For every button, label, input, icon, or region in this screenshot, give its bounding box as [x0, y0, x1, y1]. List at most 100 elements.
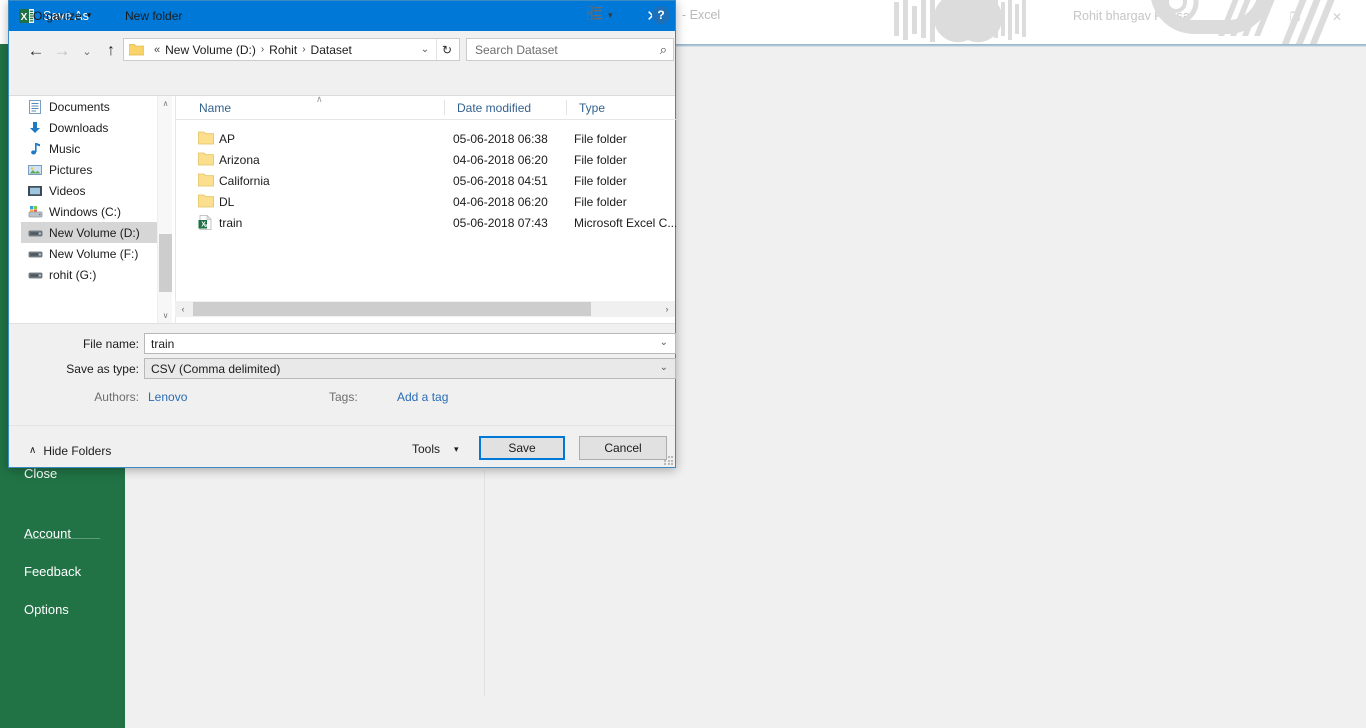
sidebar-item-label: Pictures: [49, 162, 93, 177]
organize-button[interactable]: Organize ▾: [29, 5, 95, 26]
file-type: Microsoft Excel C...: [574, 215, 676, 230]
csv-icon: X a: [197, 214, 214, 230]
sidebar-item-new-volume-f[interactable]: New Volume (F:): [21, 243, 157, 264]
table-row[interactable]: DL 04-06-2018 06:20 File folder: [176, 191, 676, 212]
chevron-down-icon: ▾: [86, 10, 92, 20]
horizontal-scrollbar-thumb[interactable]: [193, 302, 591, 316]
address-bar[interactable]: « New Volume (D:) › Rohit › Dataset ⌄ ↻: [123, 38, 460, 61]
tools-button[interactable]: Tools ▾: [407, 438, 464, 460]
scroll-up-icon[interactable]: ∧: [158, 96, 173, 111]
file-type: File folder: [574, 152, 627, 167]
breadcrumb-item-dataset[interactable]: Dataset: [311, 43, 352, 57]
table-row[interactable]: Arizona 04-06-2018 06:20 File folder: [176, 149, 676, 170]
sidebar-item-label: New Volume (F:): [49, 246, 139, 261]
view-options-button[interactable]: ▾: [586, 5, 613, 26]
up-icon[interactable]: ↑: [99, 38, 123, 64]
file-type: File folder: [574, 173, 627, 188]
column-header-type[interactable]: Type: [570, 96, 675, 119]
chevron-up-icon: ∧: [29, 445, 37, 456]
navigation-sidebar: Documents Downloads Music Pictures Video…: [21, 96, 157, 323]
table-row[interactable]: X a train 05-06-2018 07:43 Microsoft Exc…: [176, 212, 676, 233]
chevron-down-icon[interactable]: ⌄: [416, 39, 434, 60]
file-type: File folder: [574, 131, 627, 146]
folder-icon: [128, 43, 145, 56]
help-icon[interactable]: ?: [652, 6, 670, 24]
forward-icon[interactable]: →: [50, 38, 74, 64]
sidebar-item-label: Downloads: [49, 120, 109, 135]
drive-icon: [27, 267, 43, 283]
sidebar-item-downloads[interactable]: Downloads: [21, 117, 157, 138]
backstage-item-account[interactable]: Account: [24, 526, 71, 541]
breadcrumb-item-rohit[interactable]: Rohit: [269, 43, 297, 57]
svg-text:a: a: [205, 222, 208, 228]
drive-icon: [27, 225, 43, 241]
tags-label: Tags:: [329, 390, 358, 404]
windows-drive-icon: [27, 204, 43, 220]
sidebar-scrollbar-thumb[interactable]: [159, 234, 172, 292]
breadcrumb-item-drive[interactable]: New Volume (D:): [165, 43, 256, 57]
sidebar-item-documents[interactable]: Documents: [21, 96, 157, 117]
sidebar-item-label: Windows (C:): [49, 204, 122, 219]
sidebar-item-label: Videos: [49, 183, 86, 198]
close-icon[interactable]: ✕: [1322, 6, 1352, 28]
svg-text:X: X: [20, 12, 27, 23]
resize-grip[interactable]: [660, 452, 673, 465]
back-icon[interactable]: ←: [24, 38, 48, 64]
breadcrumb: « New Volume (D:) › Rohit › Dataset: [149, 43, 352, 57]
refresh-icon[interactable]: ↻: [436, 39, 457, 60]
breadcrumb-overflow-icon[interactable]: «: [154, 44, 160, 56]
add-a-tag-link[interactable]: Add a tag: [397, 389, 448, 405]
scroll-down-icon[interactable]: ∨: [158, 308, 173, 323]
file-date-modified: 05-06-2018 04:51: [453, 173, 548, 188]
music-icon: [27, 141, 43, 157]
file-type: File folder: [574, 194, 627, 209]
save-as-type-select[interactable]: CSV (Comma delimited) ⌄: [144, 358, 676, 379]
maximize-icon[interactable]: ❐: [1280, 6, 1310, 28]
sidebar-item-new-volume-d[interactable]: New Volume (D:): [21, 222, 157, 243]
sidebar-item-pictures[interactable]: Pictures: [21, 159, 157, 180]
organize-label: Organize: [33, 8, 82, 23]
table-row[interactable]: California 05-06-2018 04:51 File folder: [176, 170, 676, 191]
excel-window-title: - Excel: [682, 8, 721, 22]
minimize-icon[interactable]: —: [1238, 6, 1268, 28]
search-icon[interactable]: ⌕: [660, 42, 667, 58]
backstage-item-options[interactable]: Options: [24, 602, 69, 617]
list-view-icon: [586, 5, 602, 25]
drive-icon: [27, 246, 43, 262]
file-list: Name ∧ Date modified Type AP 05-06-2018 …: [175, 94, 676, 323]
search-placeholder: Search Dataset: [475, 42, 558, 57]
file-name-input[interactable]: train ⌄: [144, 333, 676, 354]
backstage-item-close[interactable]: Close: [24, 466, 57, 481]
sidebar-item-music[interactable]: Music: [21, 138, 157, 159]
chevron-down-icon[interactable]: ⌄: [660, 362, 668, 373]
dialog-titlebar: X Save As ✕: [9, 1, 675, 31]
sidebar-scrollbar[interactable]: ∧ ∨: [157, 96, 172, 323]
column-header-date-modified[interactable]: Date modified: [448, 96, 558, 119]
sidebar-item-windows-c[interactable]: Windows (C:): [21, 201, 157, 222]
hide-folders-button[interactable]: ∧ Hide Folders: [29, 441, 111, 460]
recent-locations-icon[interactable]: ⌄: [75, 38, 99, 64]
authors-value-link[interactable]: Lenovo: [148, 389, 187, 405]
file-name: California: [219, 173, 270, 188]
cancel-button[interactable]: Cancel: [579, 436, 667, 460]
table-row[interactable]: AP 05-06-2018 06:38 File folder: [176, 128, 676, 149]
new-folder-button[interactable]: New folder: [121, 5, 186, 26]
scroll-left-icon[interactable]: ‹: [175, 301, 191, 317]
sidebar-item-rohit-g[interactable]: rohit (G:): [21, 264, 157, 285]
file-date-modified: 04-06-2018 06:20: [453, 152, 548, 167]
body-bottom-divider: [9, 323, 675, 324]
search-input[interactable]: Search Dataset ⌕: [466, 38, 674, 61]
file-list-horizontal-scrollbar[interactable]: ‹ ›: [175, 301, 675, 317]
chevron-down-icon[interactable]: ⌄: [660, 337, 668, 348]
column-separator[interactable]: [566, 100, 567, 115]
file-date-modified: 05-06-2018 07:43: [453, 215, 548, 230]
sort-ascending-icon: ∧: [316, 94, 323, 104]
file-name-value: train: [151, 336, 175, 351]
column-separator[interactable]: [444, 100, 445, 115]
save-button[interactable]: Save: [479, 436, 565, 460]
file-date-modified: 05-06-2018 06:38: [453, 131, 548, 146]
scroll-right-icon[interactable]: ›: [659, 301, 675, 317]
sidebar-item-videos[interactable]: Videos: [21, 180, 157, 201]
tools-label: Tools: [412, 442, 441, 456]
backstage-item-feedback[interactable]: Feedback: [24, 564, 81, 579]
